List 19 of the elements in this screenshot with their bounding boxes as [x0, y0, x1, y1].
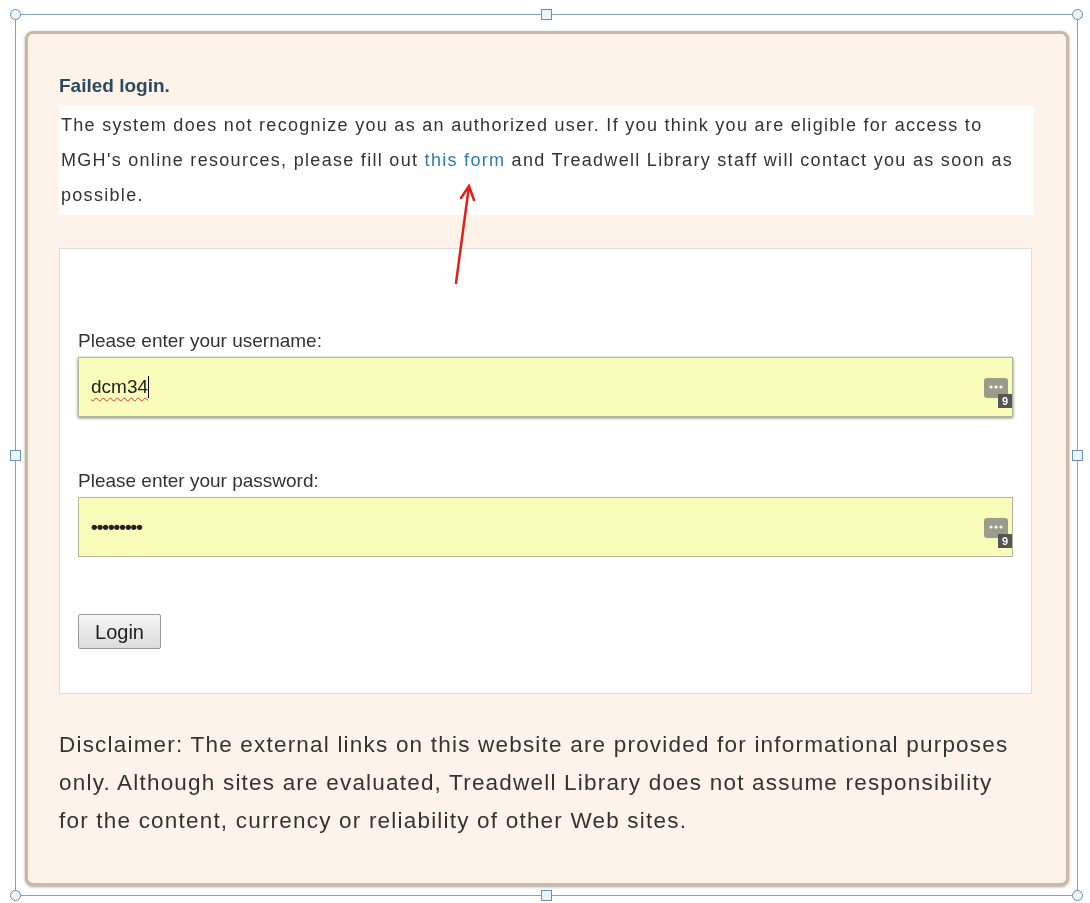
field-label: Please enter your password: [78, 469, 320, 493]
input-field[interactable]: dcm34 9 [78, 357, 1013, 417]
selection-handle[interactable] [10, 890, 21, 901]
selection-handle[interactable] [1072, 9, 1083, 20]
input-field[interactable]: ••••••••• 9 [78, 497, 1013, 557]
selection-handle[interactable] [541, 890, 552, 901]
field-value: dcm34 [91, 374, 149, 399]
selection-handle[interactable] [10, 450, 21, 461]
field-label: Please enter your username: [78, 329, 323, 353]
form-link[interactable]: this form [424, 150, 506, 170]
error-heading: Failed login. [59, 74, 171, 98]
selection-handle[interactable] [1072, 450, 1083, 461]
disclaimer-text: Disclaimer: The external links on this website are provided for informational purposes only. Although sites are evaluated, Treadwell Library does not assume responsibility for the content, currency or reliability of other Web sites. [59, 731, 1010, 835]
login-button[interactable]: Login [78, 614, 161, 649]
selection-handle[interactable] [541, 9, 552, 20]
selection-handle[interactable] [1072, 890, 1083, 901]
error-message: The system does not recognize you as an authorized user. If you think you are eligible for access to MGH's online resources, please fill out this form and Treadwell Library staff will contact you as soon as possible. [59, 106, 1034, 215]
field-value: ••••••••• [91, 514, 142, 539]
selection-handle[interactable] [10, 9, 21, 20]
